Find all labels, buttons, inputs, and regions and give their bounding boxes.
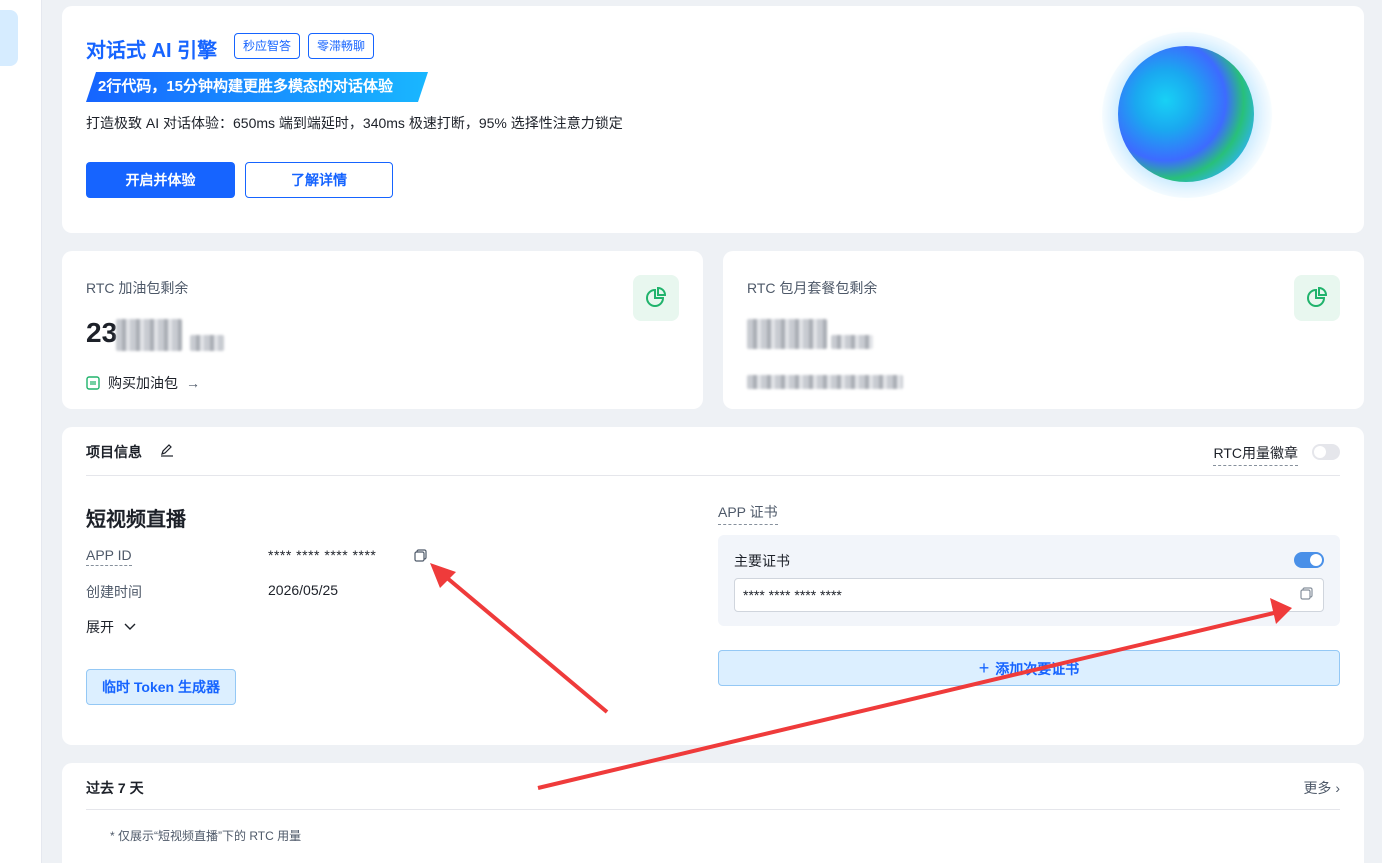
app-id-value: **** **** **** ****	[268, 547, 377, 563]
hero-tag: 零滞畅聊	[308, 33, 375, 59]
created-label: 创建时间	[86, 584, 142, 600]
project-info-header: 项目信息	[86, 444, 142, 460]
learn-more-button[interactable]: 了解详情	[245, 162, 393, 198]
usage-note: * 仅展示“短视频直播”下的 RTC 用量	[110, 829, 302, 843]
hero-description: 打造极致 AI 对话体验：650ms 端到端延时，340ms 极速打断，95% …	[86, 115, 623, 131]
start-experience-button[interactable]: 开启并体验	[86, 162, 235, 198]
stat-label: RTC 包月套餐包剩余	[747, 280, 878, 296]
pie-chart-icon	[1294, 275, 1340, 321]
app-id-label: APP ID	[86, 547, 132, 566]
divider	[86, 809, 1340, 810]
edit-icon[interactable]	[160, 443, 174, 457]
divider	[86, 475, 1340, 476]
primary-cert-value: **** **** **** ****	[743, 587, 842, 603]
ai-orb-core	[1118, 46, 1254, 182]
app-cert-label: APP 证书	[718, 502, 778, 525]
hero-banner: 2行代码，15分钟构建更胜多模态的对话体验	[86, 72, 428, 102]
redacted-unit	[190, 335, 224, 351]
more-link[interactable]: 更多 ›	[1303, 778, 1340, 798]
project-info-card: 项目信息 RTC用量徽章 短视频直播 APP ID **** **** ****…	[62, 427, 1364, 745]
more-label: 更多	[1303, 780, 1332, 796]
package-icon	[86, 376, 100, 390]
copy-icon[interactable]	[1300, 587, 1313, 600]
hero-tag: 秒应智答	[234, 33, 301, 59]
add-cert-label: 添加次要证书	[995, 661, 1080, 677]
stat-label: RTC 加油包剩余	[86, 280, 189, 296]
left-rail	[0, 0, 42, 863]
rtc-badge-label: RTC用量徽章	[1213, 443, 1298, 466]
arrow-right-icon: →	[186, 375, 200, 391]
recent-title: 过去 7 天	[86, 780, 144, 796]
plus-icon: +	[978, 658, 990, 678]
buy-addon-label: 购买加油包	[108, 375, 178, 391]
redacted-value	[747, 319, 827, 349]
primary-cert-field[interactable]: **** **** **** ****	[734, 578, 1324, 612]
recent-usage-card: 过去 7 天 更多 › * 仅展示“短视频直播”下的 RTC 用量	[62, 763, 1364, 863]
add-secondary-cert-button[interactable]: + 添加次要证书	[718, 650, 1340, 686]
rtc-addon-card: RTC 加油包剩余 23 购买加油包 →	[62, 251, 703, 409]
rtc-monthly-card: RTC 包月套餐包剩余	[723, 251, 1364, 409]
rtc-badge-toggle[interactable]	[1312, 444, 1340, 460]
sidebar-active-tab[interactable]	[0, 10, 18, 66]
redacted-link	[747, 375, 903, 389]
hero-title: 对话式 AI 引擎	[86, 40, 218, 62]
redacted-value	[116, 319, 182, 351]
redacted-unit	[831, 335, 873, 349]
expand-label: 展开	[86, 619, 114, 635]
chevron-right-icon: ›	[1335, 780, 1340, 796]
primary-cert-label: 主要证书	[734, 553, 790, 569]
primary-cert-panel: 主要证书 **** **** **** ****	[718, 535, 1340, 626]
buy-addon-link[interactable]: 购买加油包 →	[86, 373, 200, 393]
token-generator-button[interactable]: 临时 Token 生成器	[86, 669, 236, 705]
copy-icon[interactable]	[414, 549, 427, 562]
project-name: 短视频直播	[86, 509, 186, 531]
pie-chart-icon	[633, 275, 679, 321]
stat-value: 23	[86, 317, 118, 348]
primary-cert-toggle[interactable]	[1294, 552, 1324, 568]
created-value: 2026/05/25	[268, 582, 339, 598]
chevron-down-icon	[124, 623, 136, 630]
expand-toggle[interactable]: 展开	[86, 617, 136, 637]
